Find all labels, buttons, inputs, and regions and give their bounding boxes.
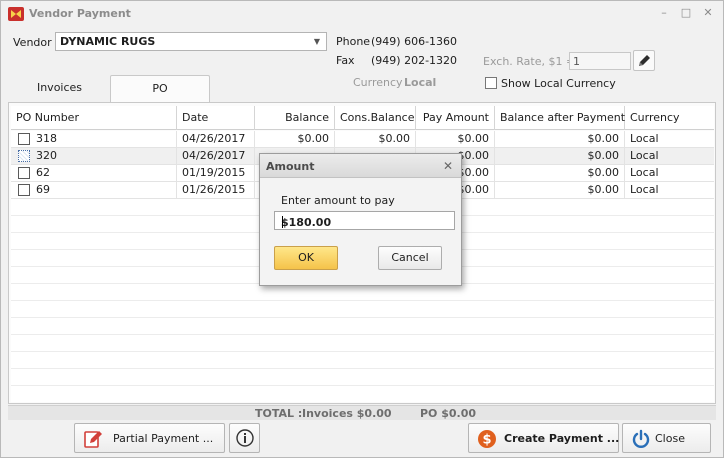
partial-payment-label: Partial Payment ... [113,432,214,445]
col-date[interactable]: Date [177,106,255,130]
ok-button[interactable]: OK [274,246,338,270]
vendor-label: Vendor [13,36,52,49]
po-number-cell: 318 [31,131,177,148]
exch-rate-value: 1 [573,55,580,68]
close-label: Close [655,432,685,445]
pencil-icon [639,55,650,66]
partial-payment-button[interactable]: Partial Payment ... [74,423,225,453]
po-number-cell: 320 [31,148,177,165]
date-cell: 04/26/2017 [177,131,255,148]
info-icon [236,429,254,447]
show-local-currency-checkbox[interactable] [485,77,497,89]
currency-label: Currency [353,76,403,89]
row-checkbox[interactable] [18,133,30,145]
title-bar: Vendor Payment – □ ✕ [1,1,723,27]
row-checkbox[interactable] [18,184,30,196]
power-icon [632,429,650,448]
exch-rate-field[interactable]: 1 [569,52,631,70]
show-local-currency-label: Show Local Currency [501,77,616,90]
totals-label: TOTAL : [255,407,303,420]
window-title: Vendor Payment [29,7,131,20]
create-payment-button[interactable]: $ Create Payment ... [468,423,619,453]
date-cell: 04/26/2017 [177,148,255,165]
balance-after-cell: $0.00 [495,131,625,148]
balance-after-cell: $0.00 [495,148,625,165]
totals-po: PO $0.00 [420,407,477,420]
fax-label: Fax [336,54,355,67]
currency-cell: Local [630,183,659,196]
pay-amount-cell[interactable]: $0.00 [416,131,495,148]
po-number-cell: 69 [31,182,177,199]
table-row[interactable]: 318 04/26/2017 $0.00 $0.00 $0.00 $0.00 L… [11,131,714,148]
text-caret [282,216,283,228]
vendor-payment-window: Vendor Payment – □ ✕ Vendor DYNAMIC RUGS… [0,0,724,458]
fax-value: (949) 202-1320 [371,54,458,67]
tab-invoices[interactable]: Invoices [13,75,106,102]
phone-label: Phone [336,35,371,48]
maximize-button[interactable]: □ [679,6,693,20]
amount-dialog: Amount ✕ Enter amount to pay $180.00 OK … [259,153,462,286]
balance-after-cell: $0.00 [495,182,625,199]
app-logo-icon [8,7,24,21]
info-button[interactable] [229,423,260,453]
vendor-select-value: DYNAMIC RUGS [60,35,156,48]
close-icon[interactable]: ✕ [443,159,453,173]
chevron-down-icon[interactable]: ▼ [310,34,324,49]
grid-header: PO Number Date Balance Cons.Balance Pay … [11,106,714,130]
amount-prompt: Enter amount to pay [281,194,395,207]
cons-balance-cell: $0.00 [335,131,416,148]
currency-cell: Local [630,149,659,162]
phone-value: (949) 606-1360 [371,35,458,48]
po-number-cell: 62 [31,165,177,182]
edit-document-icon [84,431,102,448]
minimize-button[interactable]: – [657,6,671,20]
tab-po[interactable]: PO [110,75,210,102]
row-checkbox[interactable] [18,150,30,162]
dollar-coin-icon: $ [478,430,496,448]
row-checkbox[interactable] [18,167,30,179]
col-po-number[interactable]: PO Number [11,106,177,130]
amount-input-value: $180.00 [281,216,332,229]
col-balance[interactable]: Balance [255,106,335,130]
close-window-button[interactable]: ✕ [701,6,715,20]
col-cons-balance[interactable]: Cons.Balance [335,106,416,130]
vendor-select[interactable]: DYNAMIC RUGS ▼ [55,32,327,51]
cancel-button[interactable]: Cancel [378,246,442,270]
currency-cell: Local [630,132,659,145]
date-cell: 01/19/2015 [177,165,255,182]
amount-dialog-title: Amount [266,160,315,173]
svg-text:$: $ [482,433,491,448]
totals-bar: TOTAL : Invoices $0.00 PO $0.00 [8,405,716,420]
currency-cell: Local [630,166,659,179]
exch-rate-label: Exch. Rate, $1 = [483,55,576,68]
balance-cell: $0.00 [255,131,335,148]
col-currency[interactable]: Currency [625,106,714,130]
col-pay-amount[interactable]: Pay Amount [416,106,495,130]
create-payment-label: Create Payment ... [504,432,620,445]
col-balance-after-payment[interactable]: Balance after Payment [495,106,625,130]
currency-value: Local [404,76,437,89]
date-cell: 01/26/2015 [177,182,255,199]
balance-after-cell: $0.00 [495,165,625,182]
edit-rate-button[interactable] [633,50,655,71]
amount-input[interactable]: $180.00 [274,211,455,230]
totals-invoices: Invoices $0.00 [302,407,392,420]
amount-dialog-title-bar: Amount ✕ [260,154,461,178]
close-button[interactable]: Close [622,423,711,453]
